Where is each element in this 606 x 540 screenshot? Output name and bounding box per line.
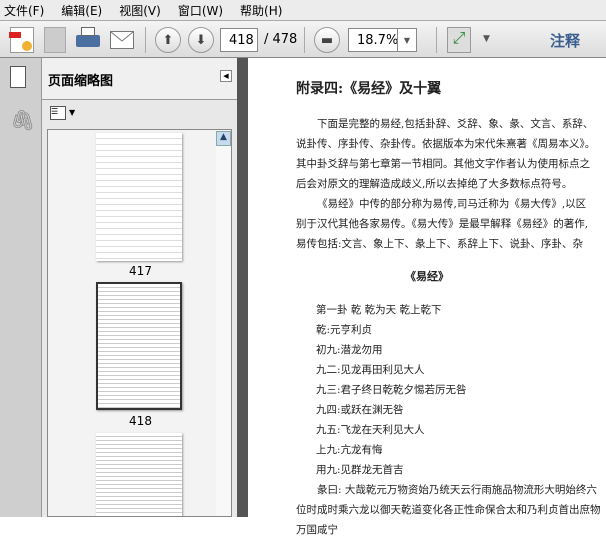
page-number-input[interactable]: 418 <box>220 28 258 52</box>
document-heading: 附录四:《易经》及十翼 <box>296 81 442 97</box>
text-line: 九五:飞龙在天利见大人 <box>316 424 425 436</box>
paragraph: 下面是完整的易经,包括卦辞、爻辞、象、彖、文言、系辞、说卦传、序卦传、杂卦传。依… <box>296 118 596 190</box>
thumbnail-scrollbar[interactable]: ▲ <box>216 131 231 516</box>
text-line: 乾:元亨利贞 <box>316 324 373 336</box>
paragraph: 《易经》中传的部分称为易传,司马迁称为《易大传》,以区别于汉代其他各家易传。《易… <box>296 198 589 250</box>
text-line: 用九:见群龙无首吉 <box>316 464 404 476</box>
document-page: 附录四:《易经》及十翼 下面是完整的易经,包括卦辞、爻辞、象、彖、文言、系辞、说… <box>248 58 606 536</box>
options-dropdown-icon[interactable]: ▼ <box>69 108 75 117</box>
comment-button[interactable]: 注释 <box>550 30 580 56</box>
previous-page-button[interactable]: ⬆ <box>155 27 181 53</box>
text-line: 第一卦 乾 乾为天 乾上乾下 <box>316 304 442 316</box>
menu-bar: 文件(F) 编辑(E) 视图(V) 窗口(W) 帮助(H) <box>0 0 606 20</box>
navigation-panel: 🖇 页面缩略图 ◀ ☰ ▼ 417 418 ▲ <box>0 58 237 517</box>
paragraph: 彖曰: 大哉乾元万物资始乃统天云行雨施品物流形大明始终六位时成时乘六龙以御天乾道… <box>296 484 601 536</box>
save-icon[interactable] <box>44 27 66 53</box>
fullscreen-icon[interactable]: ⤢ <box>447 27 471 53</box>
print-icon[interactable] <box>76 27 100 53</box>
menu-window[interactable]: 窗口(W) <box>178 2 223 19</box>
text-line: 九二:见龙再田利见大人 <box>316 364 425 376</box>
panel-header: 页面缩略图 ◀ <box>42 58 237 100</box>
text-line: 上九:亢龙有悔 <box>316 444 383 456</box>
menu-view[interactable]: 视图(V) <box>119 2 161 19</box>
text-line: 初九:潜龙勿用 <box>316 344 383 356</box>
create-pdf-icon[interactable] <box>9 27 34 53</box>
email-icon[interactable] <box>110 31 134 49</box>
thumbnail-label: 418 <box>129 414 152 428</box>
thumbnail-page-418[interactable] <box>96 282 182 410</box>
thumbnail-page-419[interactable] <box>96 433 182 516</box>
pages-icon[interactable] <box>10 66 26 88</box>
text-line: 九三:君子终日乾乾夕惕若厉无咎 <box>316 384 467 396</box>
next-page-button[interactable]: ⬇ <box>188 27 214 53</box>
scroll-up-icon[interactable]: ▲ <box>216 131 231 146</box>
panel-icon-strip: 🖇 <box>0 58 42 517</box>
toolbar: ⬆ ⬇ 418 / 478 ▬ 18.7% ▼ ⤢ ▼ 注释 <box>0 20 606 58</box>
panel-title: 页面缩略图 <box>48 74 114 89</box>
page-total: / 478 <box>264 32 298 47</box>
more-tools-icon[interactable]: ▼ <box>483 34 490 60</box>
attachment-icon[interactable]: 🖇 <box>10 108 35 132</box>
section-title: 《易经》 <box>405 270 449 283</box>
zoom-dropdown-icon[interactable]: ▼ <box>397 28 417 52</box>
zoom-input[interactable]: 18.7% <box>348 28 398 52</box>
menu-help[interactable]: 帮助(H) <box>240 2 282 19</box>
thumbnail-options-icon[interactable]: ☰ <box>50 106 66 120</box>
thumbnail-label: 417 <box>129 264 152 278</box>
thumbnail-list: 417 418 ▲ <box>47 129 232 517</box>
text-line: 九四:或跃在渊无咎 <box>316 404 404 416</box>
panel-splitter[interactable] <box>237 58 248 517</box>
collapse-panel-button[interactable]: ◀ <box>220 70 232 82</box>
menu-edit[interactable]: 编辑(E) <box>61 2 102 19</box>
zoom-out-button[interactable]: ▬ <box>314 27 340 53</box>
menu-file[interactable]: 文件(F) <box>4 2 44 19</box>
thumbnail-page-417[interactable] <box>96 133 182 261</box>
hexagram-lines: 第一卦 乾 乾为天 乾上乾下 乾:元亨利贞 初九:潜龙勿用 九二:见龙再田利见大… <box>316 300 467 480</box>
